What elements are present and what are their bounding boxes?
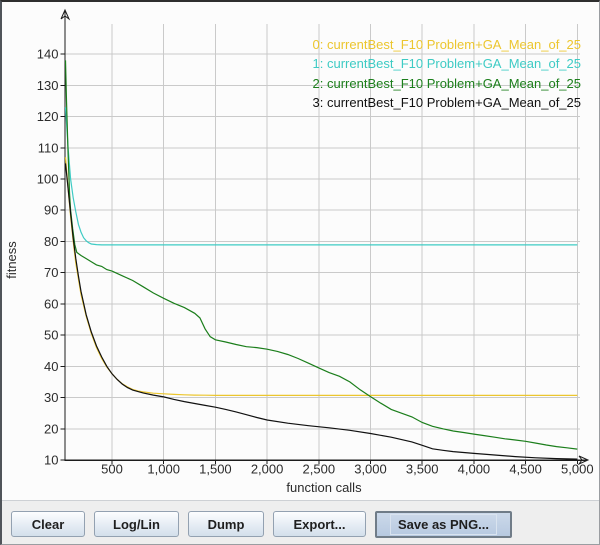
clear-button[interactable]: Clear	[11, 511, 85, 537]
svg-text:140: 140	[37, 47, 59, 62]
legend-item-1: 1: currentBest_F10 Problem+GA_Mean_of_25	[313, 54, 581, 73]
x-axis-title: function calls	[286, 480, 362, 495]
series-line-2	[66, 60, 578, 449]
plot-window: 500 1,000 1,500 2,000 2,500 3,000 3,500 4,000 4,…	[0, 0, 600, 545]
dump-button[interactable]: Dump	[188, 511, 264, 537]
svg-text:110: 110	[38, 140, 59, 155]
export-button[interactable]: Export...	[273, 511, 366, 537]
svg-text:10: 10	[44, 453, 58, 468]
svg-text:1,000: 1,000	[147, 462, 180, 477]
svg-text:80: 80	[44, 234, 58, 249]
svg-text:100: 100	[37, 172, 59, 187]
svg-text:70: 70	[44, 265, 58, 280]
svg-text:5,000: 5,000	[561, 462, 594, 477]
save-as-png-label: Save as PNG...	[390, 514, 497, 535]
svg-text:2,500: 2,500	[303, 462, 336, 477]
chart-legend: 0: currentBest_F10 Problem+GA_Mean_of_25…	[313, 35, 581, 112]
series-line-3	[66, 163, 578, 459]
button-bar: Clear Log/Lin Dump Export... Save as PNG…	[2, 501, 599, 544]
legend-item-2: 2: currentBest_F10 Problem+GA_Mean_of_25	[313, 74, 581, 93]
legend-item-3: 3: currentBest_F10 Problem+GA_Mean_of_25	[313, 93, 581, 112]
save-as-png-button[interactable]: Save as PNG...	[375, 511, 512, 538]
svg-text:1,500: 1,500	[199, 462, 232, 477]
y-axis-title: fitness	[4, 241, 19, 279]
series-line-1	[66, 107, 578, 245]
svg-text:50: 50	[44, 328, 58, 343]
legend-item-0: 0: currentBest_F10 Problem+GA_Mean_of_25	[313, 35, 581, 54]
svg-text:3,000: 3,000	[354, 462, 387, 477]
chart-panel: 500 1,000 1,500 2,000 2,500 3,000 3,500 4,000 4,…	[2, 2, 599, 501]
svg-text:40: 40	[44, 359, 58, 374]
svg-text:120: 120	[37, 109, 59, 124]
svg-text:500: 500	[101, 462, 123, 477]
loglin-button[interactable]: Log/Lin	[94, 511, 179, 537]
series-line-0	[66, 157, 578, 395]
series-lines	[66, 60, 578, 459]
svg-text:20: 20	[44, 421, 58, 436]
svg-text:130: 130	[37, 78, 59, 93]
svg-text:30: 30	[44, 390, 58, 405]
svg-text:90: 90	[44, 203, 58, 218]
svg-text:4,000: 4,000	[458, 462, 491, 477]
svg-text:2,000: 2,000	[251, 462, 284, 477]
svg-text:4,500: 4,500	[509, 462, 542, 477]
svg-text:60: 60	[44, 296, 58, 311]
svg-text:3,500: 3,500	[406, 462, 439, 477]
